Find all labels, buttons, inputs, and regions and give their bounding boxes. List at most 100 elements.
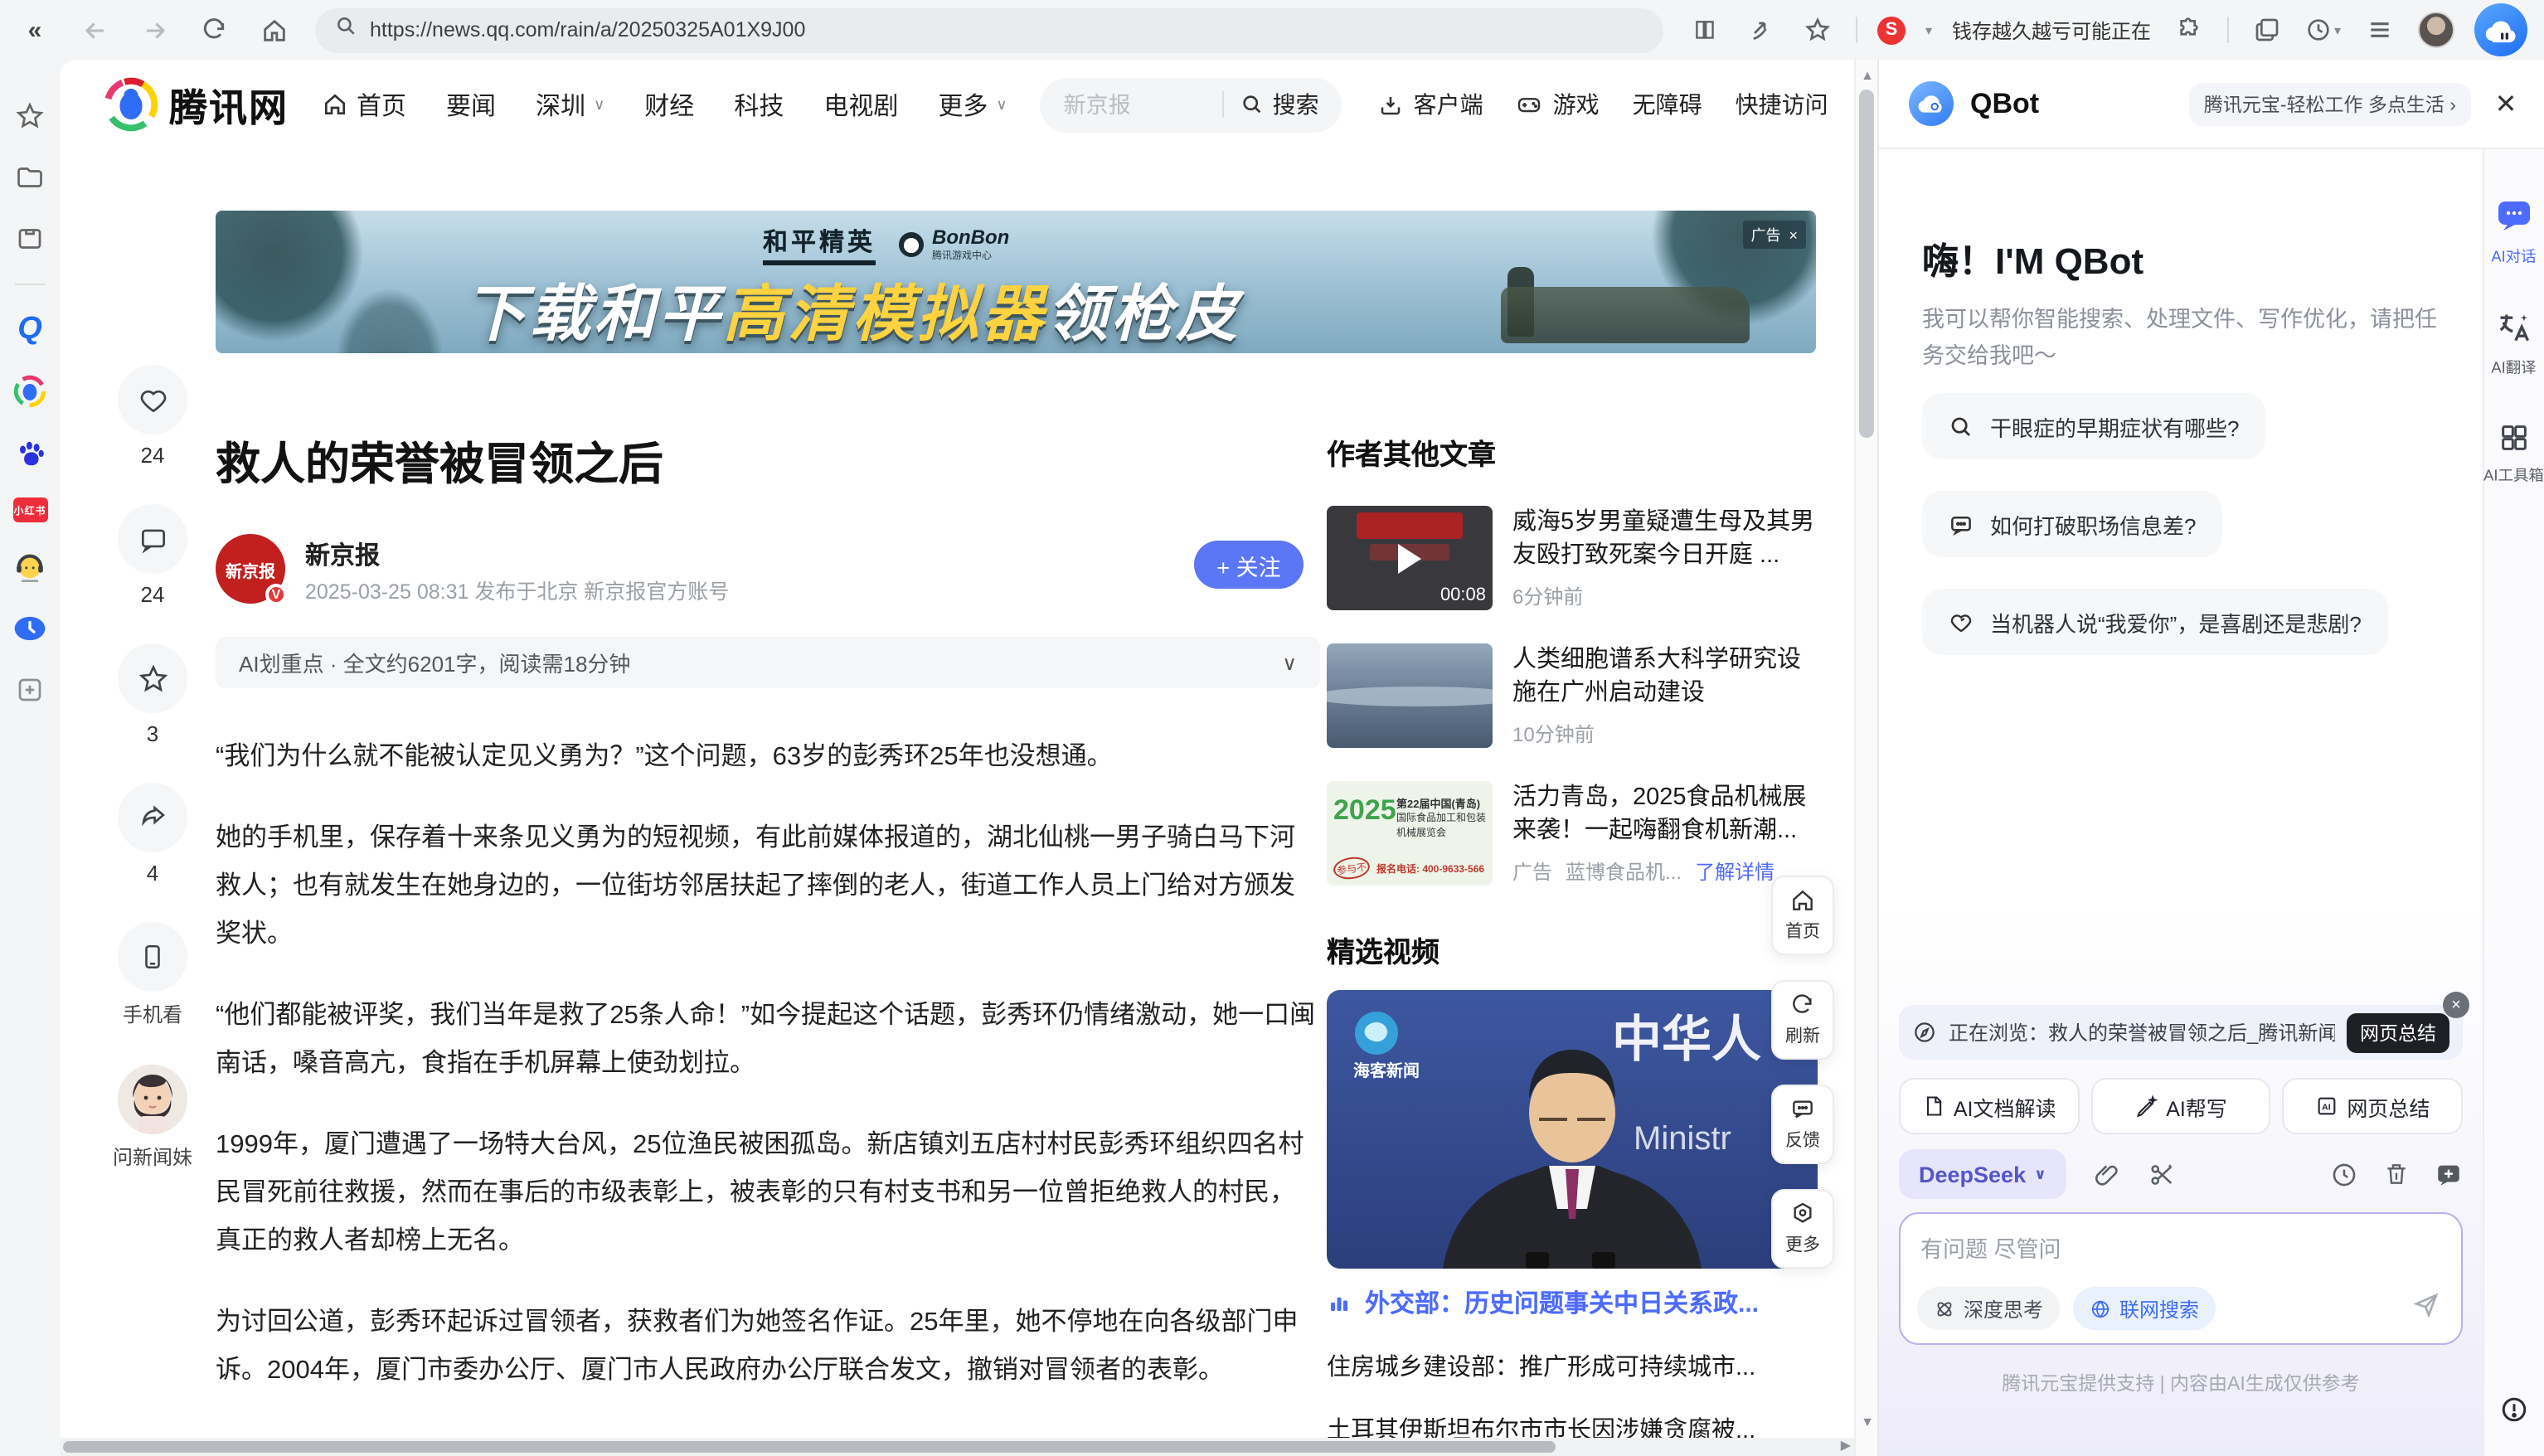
hot-search-badge[interactable]: S — [1877, 16, 1906, 44]
qbot-input-box[interactable]: 有问题 尽管问 深度思考 联网搜索 — [1899, 1212, 2463, 1345]
expand-chevron-icon[interactable]: ∨ — [1282, 651, 1297, 674]
headline-link-2[interactable]: 土耳其伊斯坦布尔市市长因涉嫌贪腐被... — [1327, 1411, 1818, 1438]
close-panel-icon[interactable]: ✕ — [2488, 85, 2524, 122]
voice-assistant-icon[interactable] — [13, 551, 46, 584]
xiaohongshu-icon[interactable]: 小红书 — [12, 497, 47, 522]
nav-finance[interactable]: 财经 — [644, 87, 694, 122]
send-icon[interactable] — [2411, 1289, 2441, 1327]
news-assistant-avatar[interactable] — [118, 1065, 187, 1134]
folder-icon[interactable] — [13, 161, 46, 194]
dismiss-banner-icon[interactable]: × — [2443, 992, 2469, 1018]
baidu-icon[interactable] — [13, 436, 46, 469]
qq-browser-icon[interactable]: Q — [13, 313, 46, 347]
tencent-news-icon[interactable] — [13, 375, 46, 408]
deep-think-toggle[interactable]: 深度思考 — [1917, 1287, 2060, 1330]
like-button[interactable] — [118, 365, 187, 434]
yuanbao-promo-link[interactable]: 腾讯元宝-轻松工作 多点生活 › — [2189, 82, 2471, 125]
hot-search-caret-icon[interactable]: ▾ — [1925, 22, 1932, 37]
banner-ad[interactable]: 和平精英 BonBon腾讯游戏中心 下载和平高清模拟器领枪皮 广告× — [216, 211, 1816, 353]
v-scroll-thumb[interactable] — [1859, 90, 1874, 438]
web-search-toggle[interactable]: 联网搜索 — [2073, 1287, 2216, 1330]
back-icon[interactable] — [76, 12, 113, 48]
menu-icon[interactable] — [2362, 12, 2398, 48]
article-thumbnail[interactable] — [1327, 643, 1493, 748]
follow-button[interactable]: + 关注 — [1194, 541, 1304, 589]
nav-shenzhen[interactable]: 深圳∨ — [536, 87, 604, 122]
nav-tv[interactable]: 电视剧 — [823, 87, 898, 122]
history-icon[interactable] — [2330, 1160, 2358, 1188]
extensions-icon[interactable] — [2171, 12, 2207, 48]
scroll-up-arrow-icon[interactable]: ▲ — [1856, 63, 1879, 86]
hot-search-text[interactable]: 钱存越久越亏可能正在 — [1952, 16, 2151, 44]
float-feedback-button[interactable]: 反馈 — [1771, 1085, 1834, 1164]
tabs-icon[interactable] — [2249, 12, 2285, 48]
ai-write-button[interactable]: AI帮写 — [2090, 1078, 2270, 1134]
accessibility-link[interactable]: 无障碍 — [1633, 88, 1702, 121]
model-selector[interactable]: DeepSeek∨ — [1899, 1149, 2066, 1199]
share-button[interactable] — [118, 783, 187, 852]
forward-icon[interactable] — [136, 12, 172, 48]
related-ad-item[interactable]: 2025 第22届中国(青岛) 国际食品加工和包装机械展览会 参与不 报名电话:… — [1327, 781, 1818, 886]
ad-thumbnail[interactable]: 2025 第22届中国(青岛) 国际食品加工和包装机械展览会 参与不 报名电话:… — [1327, 781, 1493, 886]
nav-more[interactable]: 更多∨ — [938, 87, 1007, 122]
float-refresh-button[interactable]: 刷新 — [1771, 980, 1834, 1060]
summarize-page-button[interactable]: 网页总结 — [2347, 1012, 2449, 1052]
favorites-star-icon[interactable] — [13, 99, 46, 133]
phone-view-button[interactable] — [118, 922, 187, 992]
suggestion-2[interactable]: 如何打破职场信息差? — [1922, 491, 2222, 557]
workspace-icon[interactable] — [13, 222, 46, 255]
favorite-button[interactable] — [118, 643, 187, 713]
rail-ai-translate[interactable]: AI翻译 — [2490, 310, 2539, 378]
ad-label-close[interactable]: 广告× — [1742, 221, 1806, 249]
game-link[interactable]: 游戏 — [1517, 88, 1600, 121]
profile-avatar[interactable] — [2418, 12, 2454, 48]
featured-video-caption[interactable]: 外交部：历史问题事关中日关系政... — [1327, 1285, 1818, 1320]
share-page-icon[interactable] — [1743, 12, 1779, 48]
site-search[interactable]: 搜索 — [1041, 77, 1342, 132]
float-more-button[interactable]: 更多 — [1771, 1189, 1834, 1269]
featured-video[interactable]: 中华人 Ministr 海客新闻 — [1327, 990, 1818, 1269]
bookmark-star-icon[interactable] — [1799, 12, 1836, 48]
scroll-down-arrow-icon[interactable]: ▼ — [1856, 1410, 1879, 1433]
trash-icon[interactable] — [2383, 1161, 2410, 1187]
client-link[interactable]: 客户端 — [1379, 88, 1483, 121]
search-button[interactable]: 搜索 — [1241, 88, 1319, 121]
author-name[interactable]: 新京报 — [305, 537, 380, 572]
rail-ai-toolbox[interactable]: AI工具箱 — [2482, 421, 2544, 486]
ad-cta-link[interactable]: 了解详情 — [1695, 857, 1774, 886]
horizontal-scrollbar[interactable]: ▶ — [60, 1438, 1854, 1456]
vertical-scrollbar[interactable]: ▲ ▼ — [1854, 60, 1877, 1456]
close-icon[interactable]: × — [1789, 226, 1798, 243]
address-bar[interactable]: https://news.qq.com/rain/a/20250325A01X9… — [315, 7, 1663, 52]
quick-access-link[interactable]: 快捷访问 — [1736, 88, 1828, 121]
nav-news[interactable]: 要闻 — [446, 87, 496, 122]
attach-icon[interactable] — [2093, 1160, 2121, 1188]
comment-button[interactable] — [118, 504, 187, 574]
nav-home[interactable]: 首页 — [322, 87, 406, 122]
ai-summary-bar[interactable]: AI划重点 · 全文约6201字，阅读需18分钟 ∨ — [216, 637, 1320, 688]
info-icon[interactable] — [2499, 1395, 2529, 1433]
reload-icon[interactable] — [196, 12, 232, 48]
rail-ai-chat[interactable]: AI对话 — [2490, 196, 2539, 267]
clock-app-icon[interactable] — [13, 612, 46, 645]
add-app-icon[interactable] — [13, 673, 46, 706]
related-item-1[interactable]: 00:08 威海5岁男童疑遭生母及其男友殴打致死案今日开庭 ...6分钟前 — [1327, 506, 1818, 610]
suggestion-1[interactable]: 干眼症的早期症状有哪些? — [1922, 393, 2265, 459]
qbot-cloud-button[interactable] — [2474, 3, 2527, 56]
nav-tech[interactable]: 科技 — [734, 87, 784, 122]
home-icon[interactable] — [255, 12, 292, 48]
new-chat-icon[interactable] — [2435, 1160, 2463, 1188]
video-thumbnail[interactable]: 00:08 — [1327, 506, 1493, 610]
related-item-2[interactable]: 人类细胞谱系大科学研究设施在广州启动建设10分钟前 — [1327, 643, 1818, 748]
history-icon[interactable]: ▾ — [2305, 12, 2342, 48]
float-home-button[interactable]: 首页 — [1771, 876, 1834, 955]
search-input[interactable] — [1064, 92, 1206, 117]
tencent-logo[interactable]: 腾讯网 — [103, 76, 289, 133]
ai-doc-read-button[interactable]: AI文档解读 — [1899, 1078, 2079, 1134]
collapse-sidebar-icon[interactable]: « — [17, 12, 53, 48]
h-scroll-thumb[interactable] — [63, 1441, 1556, 1453]
reading-list-icon[interactable] — [1687, 12, 1723, 48]
scissors-icon[interactable] — [2148, 1160, 2176, 1188]
suggestion-3[interactable]: 当机器人说“我爱你”，是喜剧还是悲剧? — [1922, 589, 2388, 655]
scroll-right-arrow-icon[interactable]: ▶ — [1841, 1438, 1851, 1453]
